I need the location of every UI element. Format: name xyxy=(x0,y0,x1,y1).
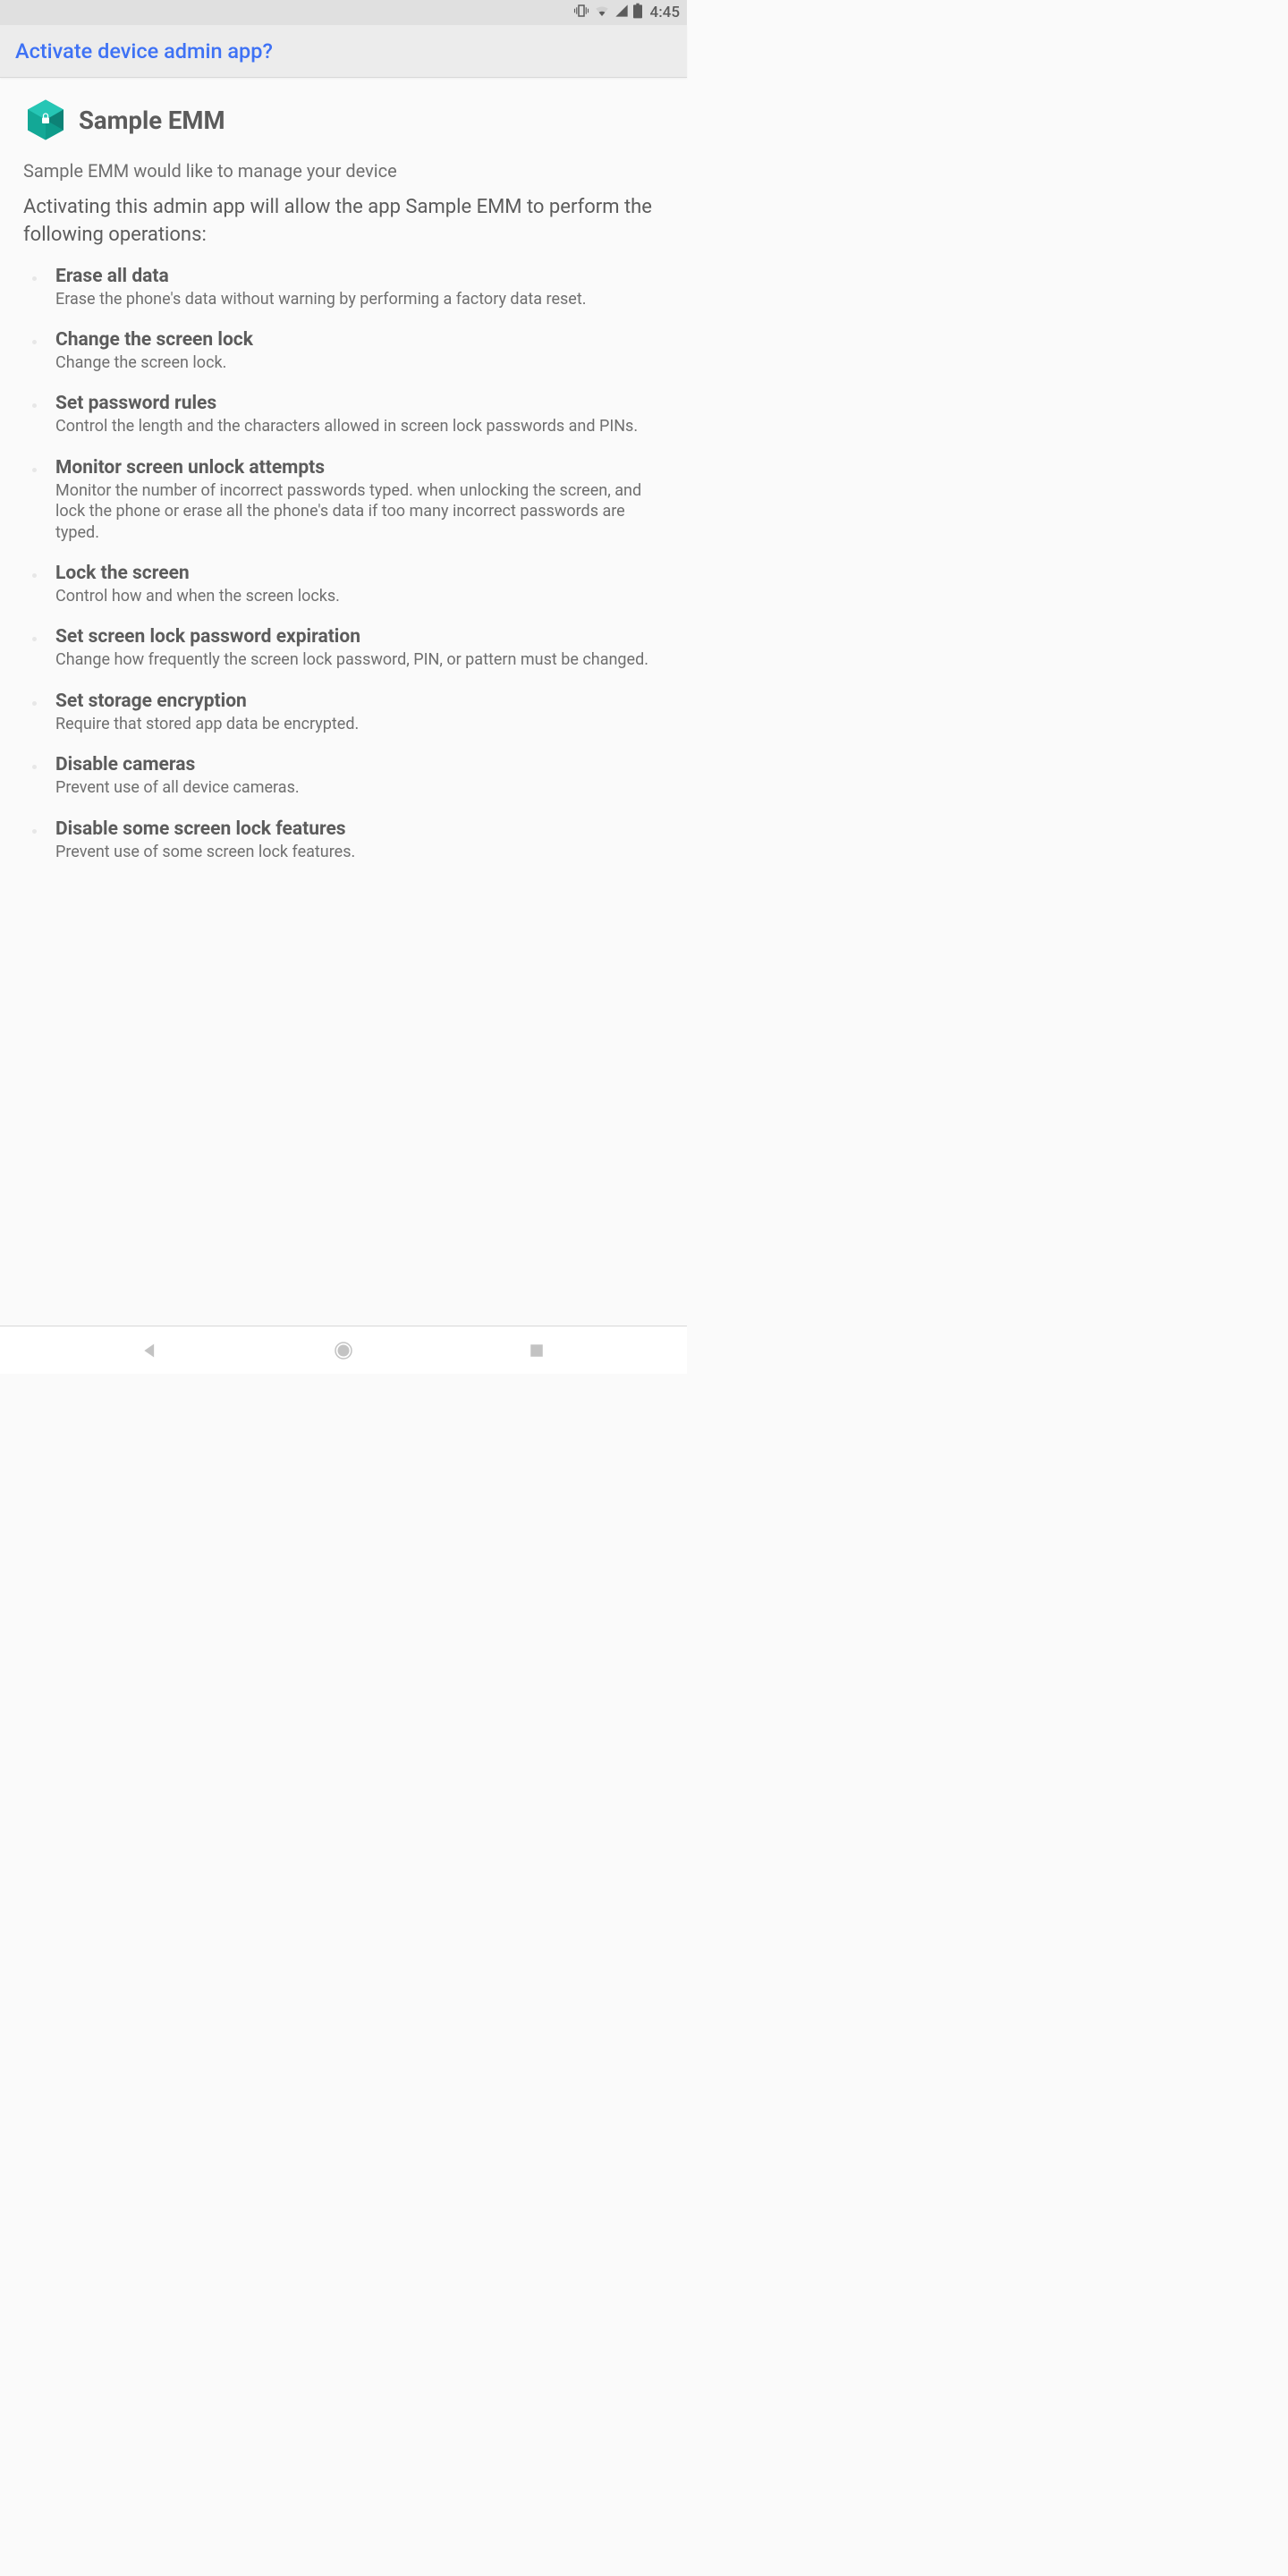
list-item: Lock the screen Control how and when the… xyxy=(55,563,664,606)
back-button[interactable] xyxy=(138,1338,163,1363)
list-item: Disable some screen lock features Preven… xyxy=(55,818,664,862)
permission-title: Set storage encryption xyxy=(55,691,664,712)
permission-desc: Monitor the number of incorrect password… xyxy=(55,481,641,542)
permission-desc: Erase the phone's data without warning b… xyxy=(55,290,586,309)
app-icon xyxy=(23,97,68,142)
status-time: 4:45 xyxy=(650,4,680,21)
permission-desc: Prevent use of some screen lock features… xyxy=(55,843,355,861)
permission-title: Set password rules xyxy=(55,393,664,414)
permission-title: Set screen lock password expiration xyxy=(55,626,664,648)
app-subtitle: Sample EMM would like to manage your dev… xyxy=(23,160,664,182)
permission-title: Monitor screen unlock attempts xyxy=(55,457,664,479)
home-button[interactable] xyxy=(331,1338,356,1363)
recent-apps-button[interactable] xyxy=(524,1338,549,1363)
content: Sample EMM Sample EMM would like to mana… xyxy=(0,78,687,862)
wifi-icon xyxy=(594,3,610,22)
permission-title: Change the screen lock xyxy=(55,329,664,351)
nav-bar xyxy=(0,1326,687,1374)
list-item: Change the screen lock Change the screen… xyxy=(55,329,664,373)
permission-title: Disable cameras xyxy=(55,754,664,775)
list-item: Set password rules Control the length an… xyxy=(55,393,664,436)
permission-desc: Prevent use of all device cameras. xyxy=(55,778,300,797)
header: Activate device admin app? xyxy=(0,25,687,78)
page-title: Activate device admin app? xyxy=(15,38,273,64)
list-item: Erase all data Erase the phone's data wi… xyxy=(55,266,664,309)
permission-desc: Change how frequently the screen lock pa… xyxy=(55,650,648,669)
list-item: Set screen lock password expiration Chan… xyxy=(55,626,664,670)
app-row: Sample EMM xyxy=(23,97,664,142)
permission-title: Lock the screen xyxy=(55,563,664,584)
permission-desc: Control how and when the screen locks. xyxy=(55,587,340,606)
status-bar: 4:45 xyxy=(0,0,687,25)
permission-desc: Require that stored app data be encrypte… xyxy=(55,715,359,733)
permission-title: Erase all data xyxy=(55,266,664,287)
list-item: Monitor screen unlock attempts Monitor t… xyxy=(55,457,664,543)
permissions-list: Erase all data Erase the phone's data wi… xyxy=(23,266,664,862)
description: Activating this admin app will allow the… xyxy=(23,194,664,250)
battery-icon xyxy=(633,3,642,22)
list-item: Disable cameras Prevent use of all devic… xyxy=(55,754,664,798)
list-item: Set storage encryption Require that stor… xyxy=(55,691,664,734)
app-name: Sample EMM xyxy=(79,106,225,135)
vibrate-icon xyxy=(573,3,589,22)
cellular-icon xyxy=(614,4,629,21)
permission-desc: Control the length and the characters al… xyxy=(55,417,638,436)
permission-title: Disable some screen lock features xyxy=(55,818,664,840)
permission-desc: Change the screen lock. xyxy=(55,353,226,372)
